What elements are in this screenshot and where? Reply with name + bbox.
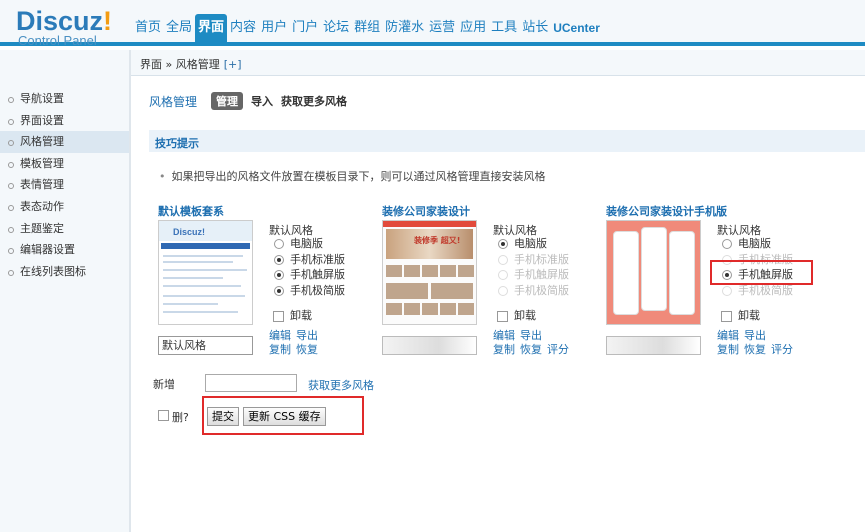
nav-operation[interactable]: 运营 xyxy=(427,14,457,42)
style-name-input[interactable] xyxy=(606,336,701,355)
radio-pc[interactable]: 电脑版 xyxy=(717,236,827,252)
sidebar-item-style-management[interactable]: 风格管理 xyxy=(0,131,129,153)
style-links: 编辑 导出 复制 恢复 xyxy=(269,329,323,357)
nav-content[interactable]: 内容 xyxy=(228,14,258,42)
style-name[interactable]: 装修公司家装设计手机版 xyxy=(606,203,727,219)
sidebar-item-nav-settings[interactable]: 导航设置 xyxy=(0,88,129,110)
logo-brand: Discuz! xyxy=(16,6,113,36)
nav-global[interactable]: 全局 xyxy=(164,14,194,42)
main-nav: 首页 全局 界面 内容 用户 门户 论坛 群组 防灌水 运营 应用 工具 站长 … xyxy=(133,14,603,46)
radio-mobile-lite[interactable]: 手机极简版 xyxy=(493,283,603,299)
restore-link[interactable]: 恢复 xyxy=(520,343,542,356)
nav-groups[interactable]: 群组 xyxy=(352,14,382,42)
sidebar-item-click-actions[interactable]: 表态动作 xyxy=(0,196,129,218)
nav-webmaster[interactable]: 站长 xyxy=(520,14,550,42)
sidebar-item-thread-stamps[interactable]: 主题鉴定 xyxy=(0,218,129,240)
edit-link[interactable]: 编辑 xyxy=(269,329,291,342)
radio-mobile-lite[interactable]: 手机极简版 xyxy=(269,283,379,299)
delete-checkbox[interactable]: 删? xyxy=(158,409,189,425)
add-shortcut-button[interactable]: [+] xyxy=(224,58,242,71)
copy-link[interactable]: 复制 xyxy=(269,343,291,356)
style-preview-image[interactable] xyxy=(606,220,701,325)
sidebar-item-interface-settings[interactable]: 界面设置 xyxy=(0,110,129,132)
sidebar-item-template-management[interactable]: 模板管理 xyxy=(0,153,129,175)
style-name-input[interactable] xyxy=(382,336,477,355)
copy-link[interactable]: 复制 xyxy=(717,343,739,356)
restore-link[interactable]: 恢复 xyxy=(744,343,766,356)
main-content: 风格管理 管理 导入 获取更多风格 技巧提示 • 如果把导出的风格文件放置在模板目… xyxy=(131,76,865,532)
nav-forum[interactable]: 论坛 xyxy=(321,14,351,42)
export-link[interactable]: 导出 xyxy=(744,329,766,342)
radio-pc[interactable]: 电脑版 xyxy=(493,236,603,252)
discuz-logo[interactable]: Discuz! Control Panel xyxy=(16,8,112,48)
style-links: 编辑 导出 复制 恢复 评分 xyxy=(493,329,574,357)
get-more-styles-link[interactable]: 获取更多风格 xyxy=(308,377,374,393)
style-links: 编辑 导出 复制 恢复 评分 xyxy=(717,329,798,357)
breadcrumb: 界面 » 风格管理 [+] xyxy=(140,58,242,71)
top-bar: Discuz! Control Panel 首页 全局 界面 内容 用户 门户 … xyxy=(0,0,865,48)
nav-tools[interactable]: 工具 xyxy=(489,14,519,42)
style-options: 默认风格 电脑版 手机标准版 手机触屏版 手机极简版 xyxy=(493,222,603,298)
uninstall-checkbox[interactable]: 卸载 xyxy=(717,309,760,323)
edit-link[interactable]: 编辑 xyxy=(493,329,515,342)
style-card-default: 默认模板套系 Discuz! 默认风格 电脑版 手机标准版 手机触屏版 手机极简… xyxy=(158,203,368,363)
radio-pc[interactable]: 电脑版 xyxy=(269,236,379,252)
rate-link[interactable]: 评分 xyxy=(547,343,569,356)
sidebar: 导航设置 界面设置 风格管理 模板管理 表情管理 表态动作 主题鉴定 编辑器设置… xyxy=(0,50,131,532)
style-name[interactable]: 装修公司家装设计 xyxy=(382,203,470,219)
radio-mobile-standard[interactable]: 手机标准版 xyxy=(493,252,603,268)
rate-link[interactable]: 评分 xyxy=(771,343,793,356)
export-link[interactable]: 导出 xyxy=(520,329,542,342)
nav-apps[interactable]: 应用 xyxy=(458,14,488,42)
logo-subtitle: Control Panel xyxy=(18,33,97,48)
style-card-decoration: 装修公司家装设计 装修季 超又! 默认风格 电脑版 手机标准版 手机触屏版 手机… xyxy=(382,203,592,363)
nav-antispam[interactable]: 防灌水 xyxy=(383,14,426,42)
tips-title: 技巧提示 xyxy=(155,137,199,150)
style-preview-image[interactable]: Discuz! xyxy=(158,220,253,325)
new-style-input[interactable] xyxy=(205,374,297,392)
nav-users[interactable]: 用户 xyxy=(259,14,289,42)
tab-manage[interactable]: 管理 xyxy=(211,92,244,110)
sidebar-item-editor-settings[interactable]: 编辑器设置 xyxy=(0,239,129,261)
nav-interface[interactable]: 界面 xyxy=(195,14,228,42)
style-name[interactable]: 默认模板套系 xyxy=(158,203,224,219)
style-options: 默认风格 电脑版 手机标准版 手机触屏版 手机极简版 xyxy=(269,222,379,298)
uninstall-checkbox[interactable]: 卸载 xyxy=(493,309,536,323)
highlight-box-buttons xyxy=(202,396,364,435)
export-link[interactable]: 导出 xyxy=(296,329,318,342)
page-header: 风格管理 管理 导入 获取更多风格 xyxy=(149,92,355,110)
restore-link[interactable]: 恢复 xyxy=(296,343,318,356)
radio-mobile-standard[interactable]: 手机标准版 xyxy=(269,252,379,268)
new-style-label: 新增 xyxy=(153,378,175,391)
style-name-input[interactable]: 默认风格 xyxy=(158,336,253,355)
radio-mobile-touch[interactable]: 手机触屏版 xyxy=(269,267,379,283)
highlight-box-touch xyxy=(710,260,813,285)
tips-box: 技巧提示 xyxy=(149,130,865,152)
tab-get-more-styles[interactable]: 获取更多风格 xyxy=(281,93,347,109)
style-preview-image[interactable]: 装修季 超又! xyxy=(382,220,477,325)
page-title: 风格管理 xyxy=(149,94,198,109)
nav-ucenter[interactable]: UCenter xyxy=(551,14,602,42)
breadcrumb-bar: 界面 » 风格管理 [+] xyxy=(131,50,865,76)
tab-import[interactable]: 导入 xyxy=(251,93,273,109)
sidebar-item-smilies[interactable]: 表情管理 xyxy=(0,174,129,196)
nav-home[interactable]: 首页 xyxy=(133,14,163,42)
tip-item: • 如果把导出的风格文件放置在模板目录下，则可以通过风格管理直接安装风格 xyxy=(159,170,546,183)
edit-link[interactable]: 编辑 xyxy=(717,329,739,342)
sidebar-item-online-icons[interactable]: 在线列表图标 xyxy=(0,261,129,283)
radio-mobile-touch[interactable]: 手机触屏版 xyxy=(493,267,603,283)
uninstall-checkbox[interactable]: 卸载 xyxy=(269,309,312,323)
nav-portal[interactable]: 门户 xyxy=(290,14,320,42)
copy-link[interactable]: 复制 xyxy=(493,343,515,356)
